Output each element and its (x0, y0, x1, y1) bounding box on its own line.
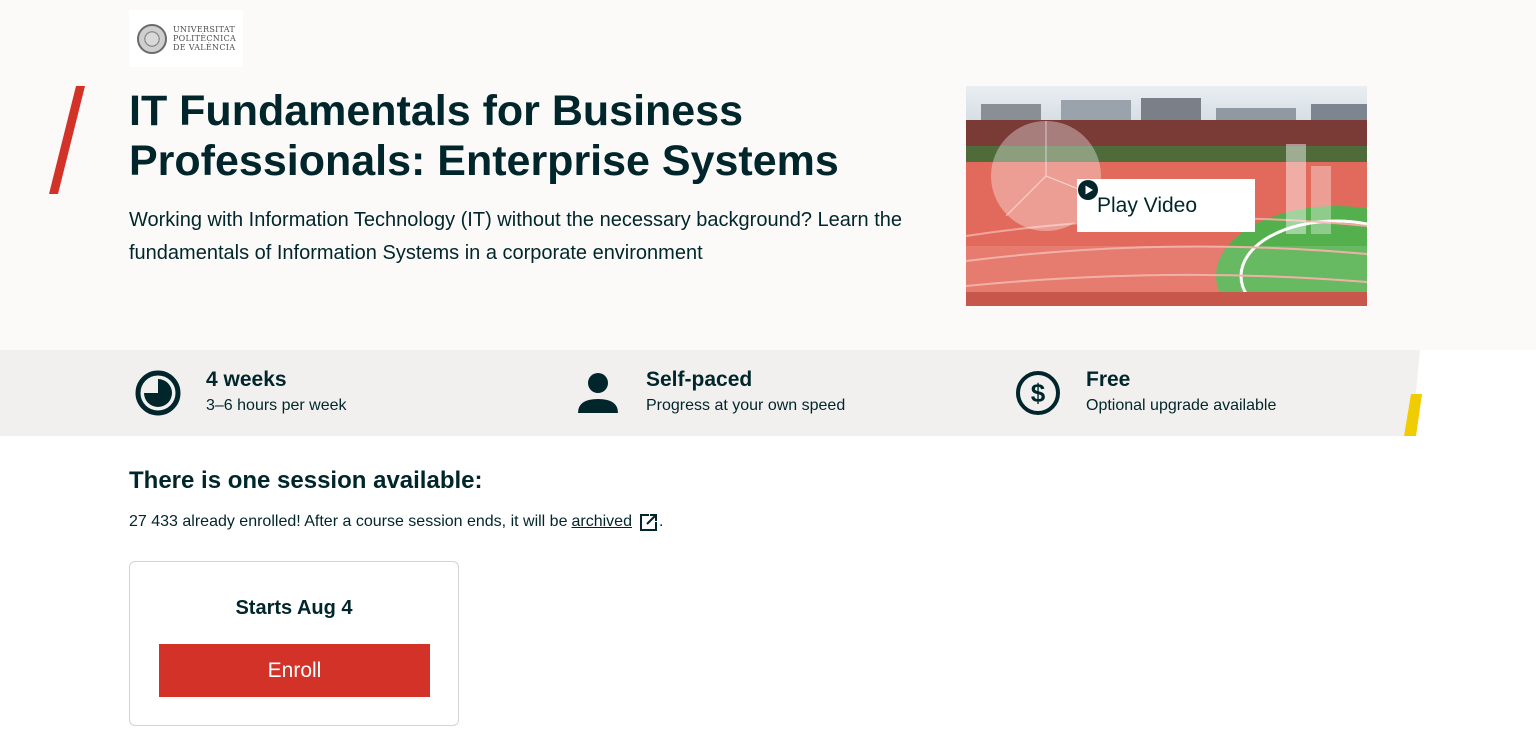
stat-price: $ Free Optional upgrade available (1014, 367, 1276, 417)
course-hero: UNIVERSITAT POLITÈCNICA DE VALÈNCIA IT F… (0, 0, 1536, 350)
enrolled-text: 27 433 already enrolled! After a course … (129, 513, 568, 530)
clock-icon (135, 370, 181, 416)
stat-pacing-subtitle: Progress at your own speed (646, 397, 846, 414)
archived-link[interactable]: archived (571, 510, 631, 534)
external-link-icon[interactable] (639, 512, 659, 532)
logo-line-3: DE VALÈNCIA (173, 43, 236, 52)
stat-pacing-title: Self-paced (646, 368, 753, 391)
stat-duration-subtitle: 3–6 hours per week (206, 397, 347, 414)
logo-line-2: POLITÈCNICA (173, 34, 237, 43)
red-slash-decoration (49, 86, 85, 194)
enrolled-trailing-period: . (658, 513, 664, 530)
enrollment-info: 27 433 already enrolled! After a course … (129, 510, 663, 534)
person-icon (578, 373, 618, 413)
logo-line-1: UNIVERSITAT (173, 25, 236, 34)
stat-price-subtitle: Optional upgrade available (1086, 397, 1277, 414)
stat-price-title: Free (1086, 368, 1131, 391)
university-logo[interactable]: UNIVERSITAT POLITÈCNICA DE VALÈNCIA (129, 10, 243, 67)
university-seal-icon (137, 23, 167, 54)
session-start-date: Starts Aug 4 (235, 597, 353, 619)
enroll-button[interactable]: Enroll (159, 644, 430, 697)
dollar-icon: $ (1016, 371, 1060, 415)
session-card: Starts Aug 4 Enroll (129, 561, 459, 726)
play-video-button[interactable]: Play Video (1077, 179, 1255, 232)
university-logo-text: UNIVERSITAT POLITÈCNICA DE VALÈNCIA (173, 25, 236, 52)
stat-duration-title: 4 weeks (206, 368, 287, 391)
course-video-thumbnail[interactable]: Play Video (966, 86, 1367, 306)
stat-pacing: Self-paced Progress at your own speed (574, 367, 845, 417)
svg-text:$: $ (1031, 378, 1046, 408)
play-icon (1078, 180, 1098, 200)
course-title: IT Fundamentals for Business Professiona… (129, 87, 839, 185)
course-subtitle: Working with Information Technology (IT)… (129, 209, 903, 264)
stat-duration: 4 weeks 3–6 hours per week (134, 367, 347, 417)
play-video-label: Play Video (1097, 193, 1198, 217)
sessions-heading: There is one session available: (129, 467, 483, 494)
course-stats-band: 4 weeks 3–6 hours per week Self-paced Pr… (0, 350, 1536, 440)
